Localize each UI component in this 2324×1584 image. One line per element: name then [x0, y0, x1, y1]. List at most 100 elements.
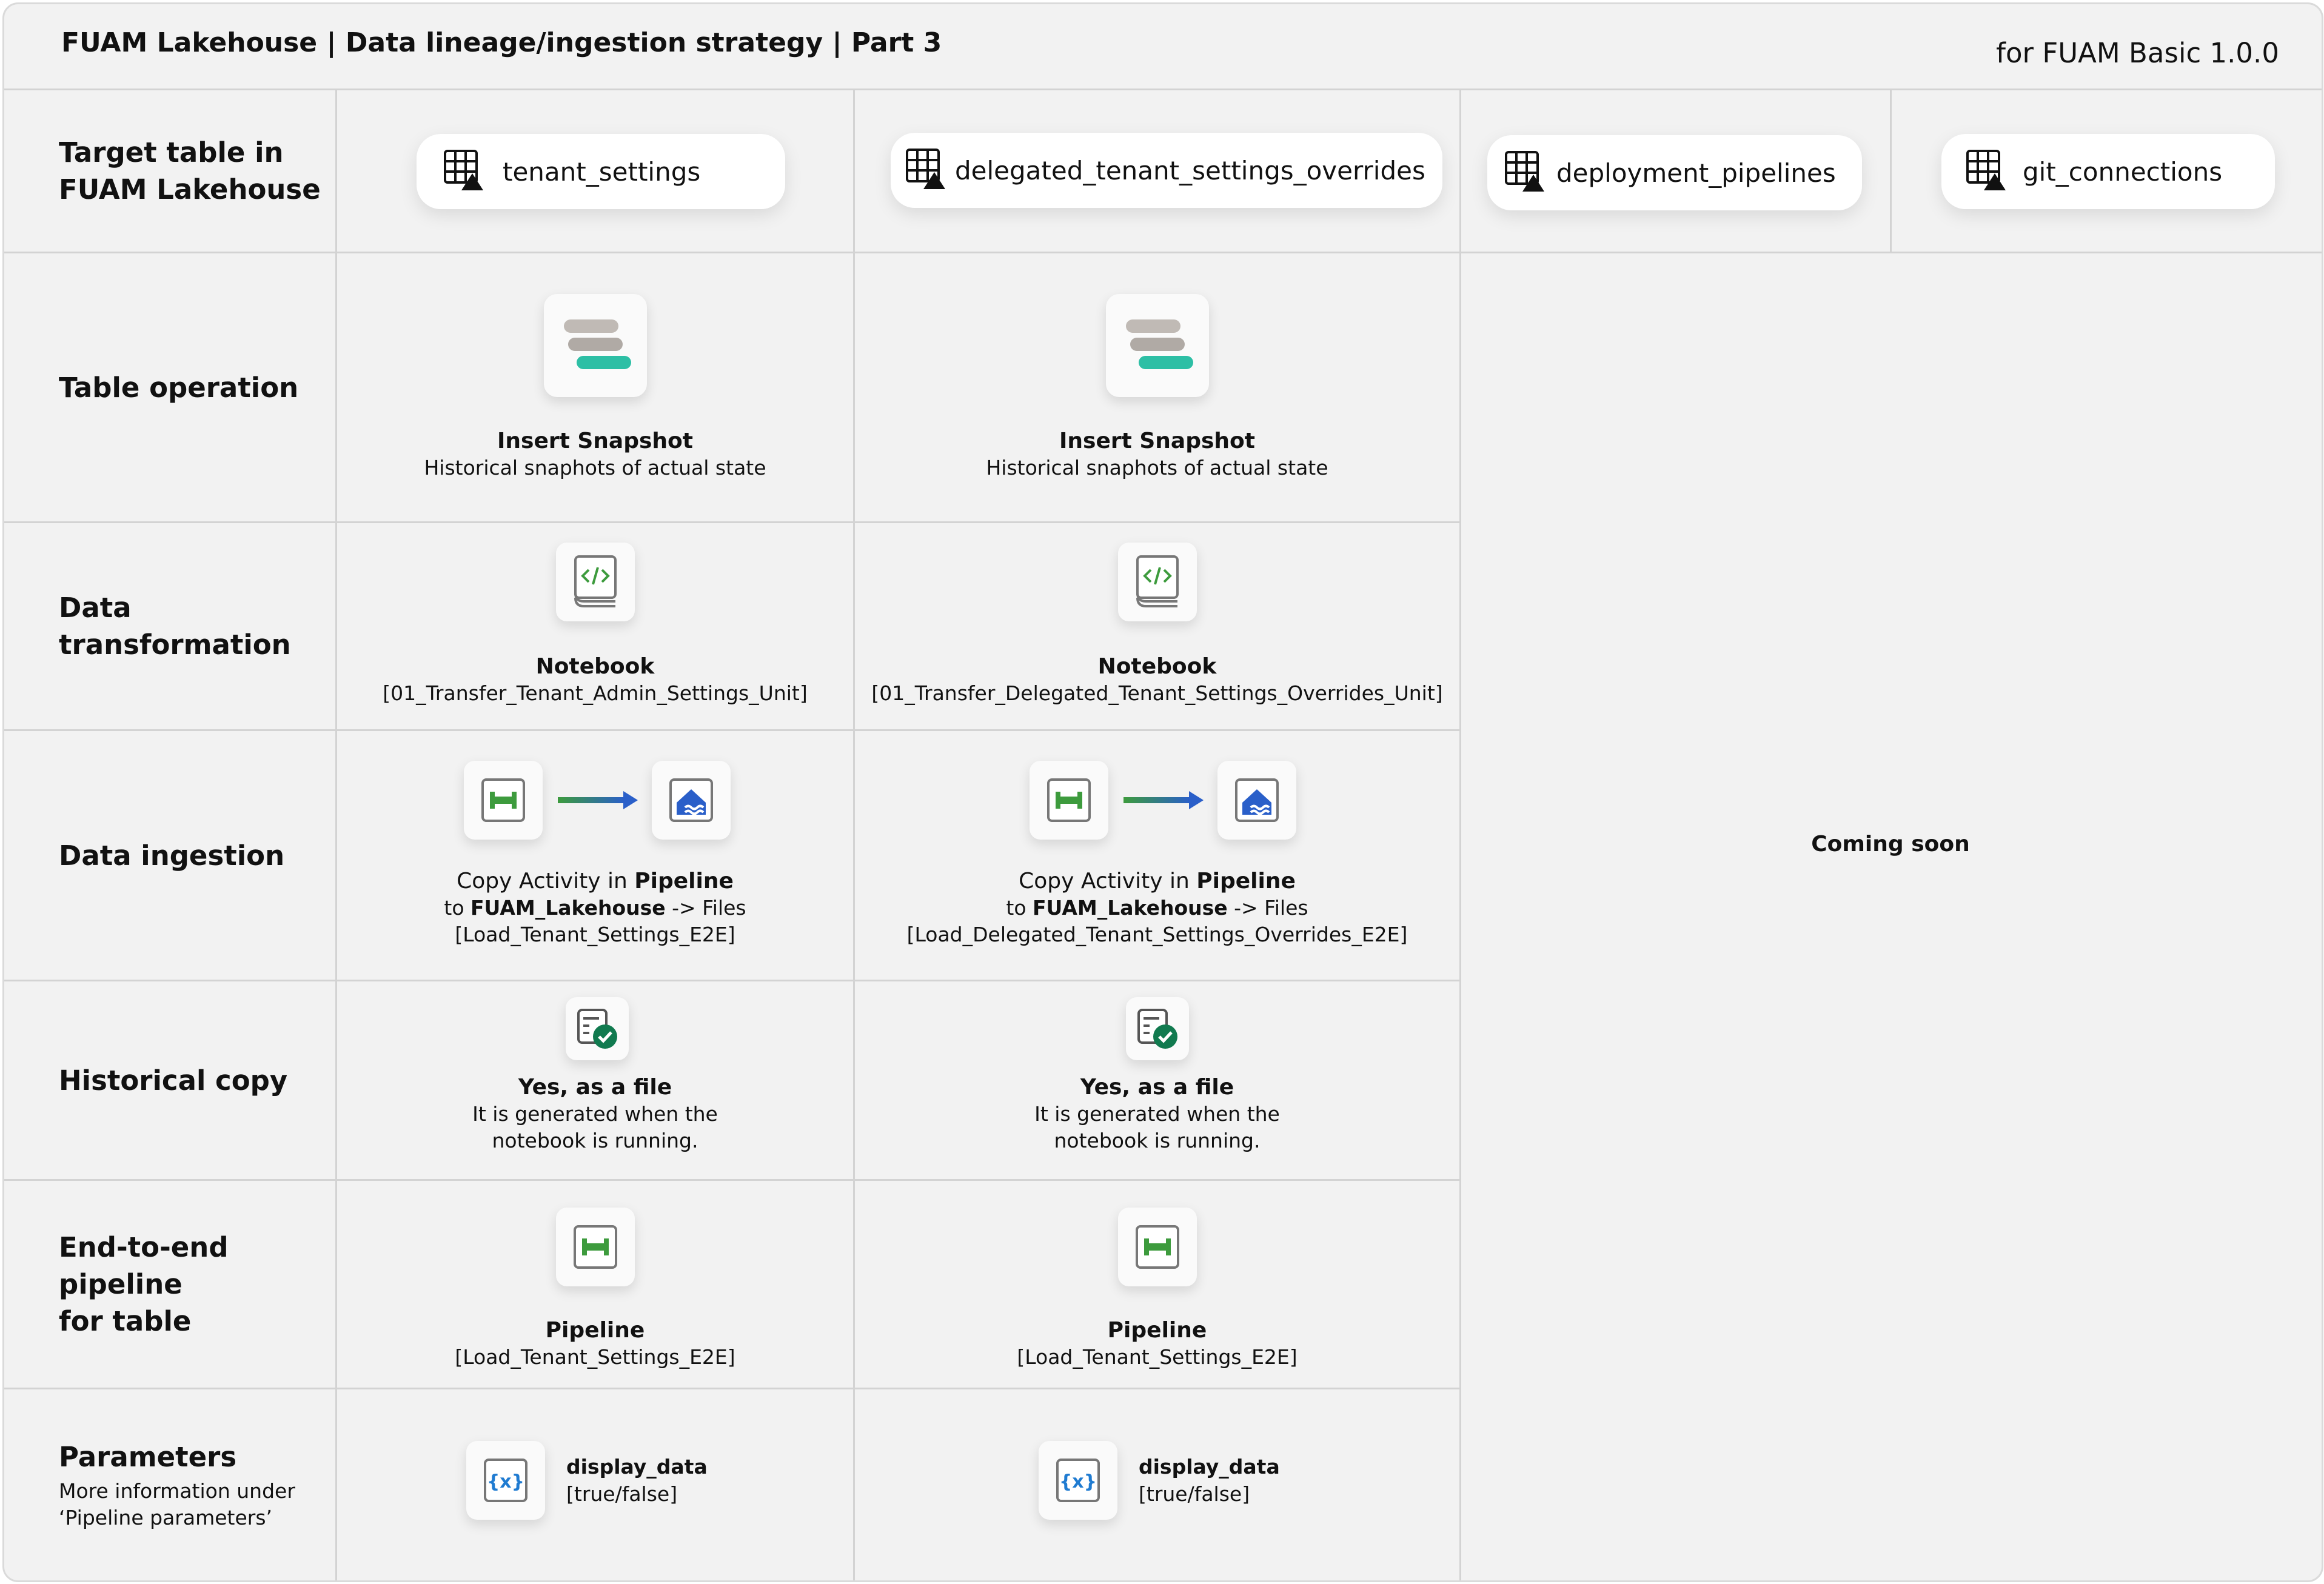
- e2e-pipeline-title: Pipeline: [1107, 1318, 1207, 1343]
- svg-text:{x}: {x}: [1059, 1471, 1097, 1492]
- historical-cell: Yes, as a file It is generated when the …: [337, 997, 853, 1154]
- version-label: for FUAM Basic 1.0.0: [1996, 37, 2279, 69]
- table-pill-git-connections: git_connections: [1941, 134, 2275, 209]
- to-prefix: to: [444, 896, 471, 920]
- transformation-cell: Notebook [01_Transfer_Delegated_Tenant_S…: [855, 543, 1459, 707]
- historical-desc-1: It is generated when the: [472, 1102, 718, 1126]
- row-label-operation: Table operation: [4, 253, 335, 521]
- table-icon: [1504, 150, 1547, 195]
- parameter-values: [true/false]: [1139, 1482, 1250, 1506]
- historical-cell: Yes, as a file It is generated when the …: [855, 997, 1459, 1154]
- e2e-pipeline-cell: Pipeline [Load_Tenant_Settings_E2E]: [337, 1208, 853, 1371]
- copy-target-text: to FUAM_Lakehouse -> Files: [444, 895, 746, 921]
- e2e-pipeline-cell: Pipeline [Load_Tenant_Settings_E2E]: [855, 1208, 1459, 1371]
- lineage-diagram: FUAM Lakehouse | Data lineage/ingestion …: [2, 2, 2323, 1582]
- row-label-text: Historical copy: [59, 1064, 288, 1097]
- notebook-title: Notebook: [1097, 654, 1217, 679]
- table-name: git_connections: [2023, 156, 2223, 187]
- parameter-name: display_data: [1139, 1455, 1280, 1479]
- copy-bold: Pipeline: [634, 869, 734, 894]
- grid-line: [4, 252, 2322, 253]
- table-name: deployment_pipelines: [1556, 158, 1836, 188]
- notebook-icon: [555, 543, 635, 621]
- row-label-target: Target table in FUAM Lakehouse: [4, 90, 335, 252]
- operation-cell: Insert Snapshot Historical snaphots of a…: [337, 294, 853, 481]
- historical-desc-2: notebook is running.: [492, 1129, 698, 1152]
- page-title: FUAM Lakehouse | Data lineage/ingestion …: [61, 27, 942, 58]
- pipeline-icon: [463, 761, 543, 840]
- arrow-icon: [1123, 791, 1204, 809]
- variable-icon: {x}: [466, 1441, 545, 1520]
- copy-pipeline-name: [Load_Tenant_Settings_E2E]: [455, 923, 735, 946]
- row-label-text: Data ingestion: [59, 839, 285, 872]
- e2e-pipeline-name: [Load_Tenant_Settings_E2E]: [455, 1345, 735, 1369]
- table-icon: [1966, 149, 2008, 194]
- lakehouse-icon: [1217, 761, 1296, 840]
- lakehouse-icon: [651, 761, 731, 840]
- parameter-cell: {x} display_data [true/false]: [466, 1441, 708, 1520]
- pipeline-icon: [1029, 761, 1108, 840]
- insert-snapshot-icon: [1105, 294, 1209, 397]
- operation-description: Historical snaphots of actual state: [986, 456, 1328, 480]
- table-pill-delegated-tenant-settings-overrides: delegated_tenant_settings_overrides: [891, 133, 1442, 208]
- to-prefix: to: [1006, 896, 1033, 920]
- operation-description: Historical snaphots of actual state: [424, 456, 766, 480]
- row-label-parameters: Parameters More information under ‘Pipel…: [4, 1389, 335, 1580]
- notebook-icon: [1117, 543, 1197, 621]
- copy-flow: [463, 761, 731, 840]
- pipeline-icon: [1117, 1208, 1197, 1286]
- to-suffix: -> Files: [665, 896, 746, 920]
- parameter-text: display_data [true/false]: [1139, 1453, 1280, 1508]
- historical-title: Yes, as a file: [518, 1075, 672, 1100]
- e2e-pipeline-name: [Load_Tenant_Settings_E2E]: [1017, 1345, 1298, 1369]
- row-label-historical: Historical copy: [4, 981, 335, 1179]
- ingestion-cell: Copy Activity in Pipeline to FUAM_Lakeho…: [337, 761, 853, 948]
- row-label-pipeline: End-to-end pipeline for table: [4, 1181, 335, 1388]
- row-label-transformation: Data transformation: [4, 523, 335, 729]
- table-name: tenant_settings: [503, 156, 701, 187]
- row-label-ingestion: Data ingestion: [4, 731, 335, 980]
- grid-line: [4, 89, 2322, 90]
- copy-prefix: Copy Activity in: [1019, 869, 1197, 894]
- notebook-title: Notebook: [535, 654, 655, 679]
- to-bold: FUAM_Lakehouse: [470, 896, 666, 920]
- grid-line: [1890, 89, 1892, 252]
- notebook-name: [01_Transfer_Tenant_Admin_Settings_Unit]: [383, 681, 808, 705]
- row-label-text: Data transformation: [59, 592, 291, 661]
- ingestion-cell: Copy Activity in Pipeline to FUAM_Lakeho…: [855, 761, 1459, 948]
- copy-activity-text: Copy Activity in Pipeline: [457, 867, 734, 895]
- copy-prefix: Copy Activity in: [457, 869, 635, 894]
- parameter-text: display_data [true/false]: [566, 1453, 708, 1508]
- table-icon: [443, 149, 486, 194]
- historical-desc-1: It is generated when the: [1034, 1102, 1280, 1126]
- to-bold: FUAM_Lakehouse: [1033, 896, 1228, 920]
- table-pill-tenant-settings: tenant_settings: [417, 134, 785, 209]
- history-file-icon: [1125, 997, 1189, 1060]
- pipeline-icon: [555, 1208, 635, 1286]
- coming-soon-label: Coming soon: [1811, 832, 1970, 857]
- e2e-pipeline-title: Pipeline: [545, 1318, 645, 1343]
- row-label-text: End-to-end pipeline for table: [59, 1231, 229, 1337]
- parameter-values: [true/false]: [566, 1482, 678, 1506]
- arrow-icon: [557, 791, 638, 809]
- transformation-cell: Notebook [01_Transfer_Tenant_Admin_Setti…: [337, 543, 853, 707]
- operation-title: Insert Snapshot: [1059, 429, 1255, 453]
- parameter-cell: {x} display_data [true/false]: [1039, 1441, 1280, 1520]
- operation-title: Insert Snapshot: [497, 429, 693, 453]
- history-file-icon: [565, 997, 629, 1060]
- copy-flow: [1029, 761, 1296, 840]
- row-label-text: Target table in FUAM Lakehouse: [59, 136, 321, 206]
- copy-activity-text: Copy Activity in Pipeline: [1019, 867, 1296, 895]
- copy-target-text: to FUAM_Lakehouse -> Files: [1006, 895, 1308, 921]
- notebook-name: [01_Transfer_Delegated_Tenant_Settings_O…: [871, 681, 1443, 705]
- row-label-text: Table operation: [59, 371, 299, 404]
- parameter-name: display_data: [566, 1455, 708, 1479]
- copy-pipeline-name: [Load_Delegated_Tenant_Settings_Override…: [906, 923, 1408, 946]
- historical-desc-2: notebook is running.: [1054, 1129, 1261, 1152]
- operation-cell: Insert Snapshot Historical snaphots of a…: [855, 294, 1459, 481]
- historical-title: Yes, as a file: [1080, 1075, 1234, 1100]
- to-suffix: -> Files: [1227, 896, 1308, 920]
- table-name: delegated_tenant_settings_overrides: [955, 155, 1425, 185]
- table-pill-deployment-pipelines: deployment_pipelines: [1487, 135, 1862, 210]
- variable-icon: {x}: [1039, 1441, 1117, 1520]
